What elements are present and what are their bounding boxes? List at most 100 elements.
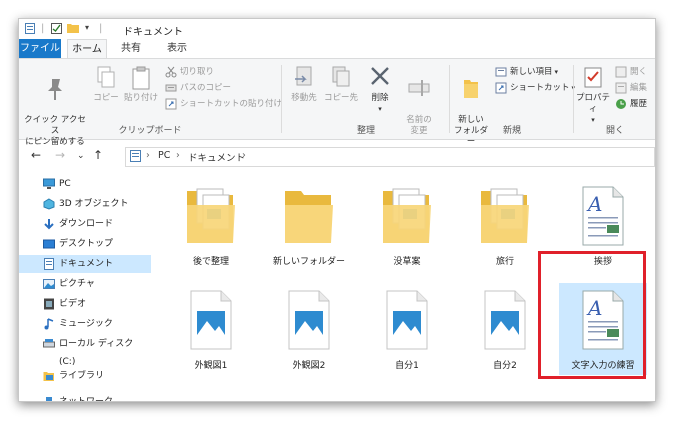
customize-quick-access-icon[interactable]: ▾ — [85, 23, 89, 32]
edit-icon — [615, 82, 627, 94]
new-folder-quick-icon[interactable] — [67, 23, 79, 36]
address-separator: › — [242, 150, 246, 161]
delete-button[interactable]: 削除 ▾ — [365, 65, 395, 115]
nav-item-label: デスクトップ — [59, 239, 114, 249]
new-group: 新しい フォルダー 新しい項目▾ ショートカット▾ 新規 — [451, 59, 575, 147]
library-icon — [43, 372, 54, 381]
shortcut-button[interactable]: ショートカット▾ — [495, 81, 575, 95]
nav-item-label: ライブラリ — [59, 371, 105, 381]
rename-icon — [408, 80, 430, 96]
nav-item-pc[interactable]: PC — [19, 175, 151, 193]
file-item-image[interactable]: 自分2 — [461, 283, 549, 375]
back-arrow-icon[interactable]: ← — [31, 148, 41, 162]
file-item-folder[interactable]: 旅行 — [461, 179, 549, 271]
properties-button[interactable]: プロパティ ▾ — [575, 65, 611, 126]
nav-item-label: PC — [59, 179, 71, 189]
open-button[interactable]: 開く — [615, 65, 647, 79]
app-icon[interactable] — [25, 23, 35, 37]
download-icon — [44, 219, 54, 230]
copy-label: コピー — [93, 93, 119, 103]
desktop-icon — [43, 239, 55, 249]
navigation-pane: PC 3D オブジェクト ダウンロード デスクトップ ドキュメント ピクチャ ビ… — [19, 169, 151, 401]
nav-item-desktop[interactable]: デスクトップ — [19, 235, 151, 253]
file-name: 旅行 — [495, 257, 514, 267]
tab-view[interactable]: 表示 — [159, 39, 195, 58]
file-item-image[interactable]: 自分1 — [363, 283, 451, 375]
separator: | — [99, 23, 103, 34]
delete-x-icon — [371, 67, 389, 85]
nav-item-label: ローカル ディスク (C:) — [59, 339, 134, 367]
ribbon: クイック アクセス にピン留めする コピー 貼り付け 切り取り パスのコピー シ… — [19, 58, 655, 147]
up-arrow-icon[interactable]: ↑ — [93, 148, 103, 162]
history-button[interactable]: 履歴 — [615, 97, 647, 111]
nav-item-3d-objects[interactable]: 3D オブジェクト — [19, 195, 151, 213]
recent-locations-icon[interactable]: ⌄ — [77, 151, 85, 161]
file-name: 新しいフォルダー — [272, 257, 345, 267]
delete-label: 削除 — [371, 93, 389, 103]
file-item-image[interactable]: 外観図2 — [265, 283, 353, 375]
nav-item-label: ダウンロード — [59, 219, 114, 229]
file-name: 外観図1 — [194, 361, 228, 371]
title-bar: | ▾ | ドキュメント — [19, 19, 655, 39]
nav-item-pictures[interactable]: ピクチャ — [19, 275, 151, 293]
image-file-icon — [484, 290, 526, 350]
group-divider — [449, 65, 450, 133]
copy-to-label: コピー先 — [323, 93, 358, 103]
properties-quick-icon[interactable] — [51, 23, 62, 37]
tab-home[interactable]: ホーム — [67, 39, 107, 59]
copy-icon — [97, 66, 115, 88]
image-file-icon — [190, 290, 232, 350]
file-name: 没草案 — [393, 257, 421, 267]
nav-item-music[interactable]: ミュージック — [19, 315, 151, 333]
svg-text:A: A — [586, 192, 602, 216]
address-folder-icon — [130, 150, 141, 165]
nav-item-local-disk[interactable]: ローカル ディスク (C:) — [19, 335, 151, 367]
new-item-dropdown-icon[interactable]: ▾ — [555, 68, 559, 76]
edit-button[interactable]: 編集 — [615, 81, 647, 95]
paste-shortcut-button[interactable]: ショートカットの貼り付け — [165, 97, 282, 111]
network-icon — [46, 397, 52, 401]
open-group-label: 開く — [605, 126, 624, 136]
folder-with-documents-icon — [187, 188, 235, 243]
new-item-label: 新しい項目 — [510, 67, 553, 77]
address-segment-documents[interactable]: ドキュメント — [188, 150, 245, 164]
move-to-button[interactable]: 移動先 — [287, 65, 321, 104]
cut-label: 切り取り — [180, 67, 215, 77]
delete-dropdown-icon[interactable]: ▾ — [365, 104, 395, 115]
paste-icon — [132, 66, 150, 90]
nav-item-downloads[interactable]: ダウンロード — [19, 215, 151, 233]
file-item-folder[interactable]: 後で整理 — [167, 179, 255, 271]
copy-to-button[interactable]: コピー先 — [323, 65, 359, 104]
nav-item-videos[interactable]: ビデオ — [19, 295, 151, 313]
address-separator: › — [146, 150, 150, 161]
paste-label: 貼り付け — [123, 93, 158, 103]
address-bar[interactable]: › PC › ドキュメント › — [125, 147, 655, 167]
file-item-folder[interactable]: 新しいフォルダー — [265, 179, 353, 271]
properties-icon — [584, 67, 602, 88]
new-item-button[interactable]: 新しい項目 ▾ — [495, 65, 558, 79]
drive-icon — [43, 339, 55, 348]
nav-item-libraries[interactable]: ライブラリ — [19, 367, 151, 385]
organize-group-label: 整理 — [356, 126, 375, 136]
nav-item-label: 3D オブジェクト — [59, 199, 129, 209]
image-file-icon — [386, 290, 428, 350]
copy-path-button[interactable]: パスのコピー — [165, 81, 231, 95]
documents-icon — [44, 258, 54, 270]
properties-label: プロパティ — [575, 93, 610, 114]
tab-share[interactable]: 共有 — [113, 39, 149, 58]
file-item-folder[interactable]: 没草案 — [363, 179, 451, 271]
file-item-image[interactable]: 外観図1 — [167, 283, 255, 375]
folder-icon — [285, 191, 333, 243]
history-label: 履歴 — [630, 99, 648, 109]
paste-button[interactable]: 貼り付け — [123, 65, 159, 104]
group-divider — [573, 65, 574, 133]
forward-arrow-icon[interactable]: → — [55, 148, 65, 162]
copy-button[interactable]: コピー — [93, 65, 119, 104]
tab-file[interactable]: ファイル — [19, 39, 61, 58]
address-segment-pc[interactable]: PC — [158, 150, 170, 161]
scissors-icon — [165, 66, 177, 78]
cut-button[interactable]: 切り取り — [165, 65, 214, 79]
open-group: プロパティ ▾ 開く 編集 履歴 開く — [575, 59, 655, 139]
nav-item-network[interactable]: ネットワーク — [19, 393, 151, 401]
nav-item-documents[interactable]: ドキュメント — [19, 255, 151, 273]
